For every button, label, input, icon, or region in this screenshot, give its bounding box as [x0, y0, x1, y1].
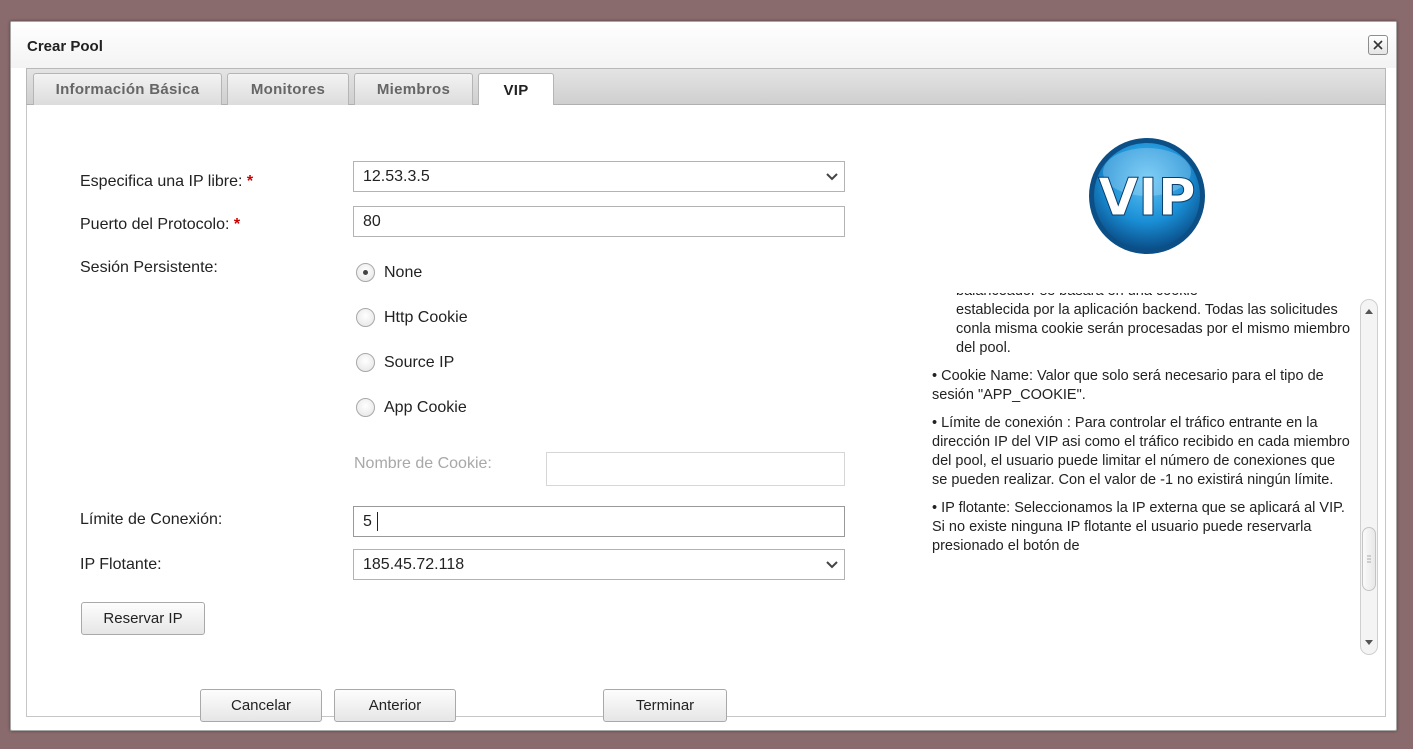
required-mark: *: [246, 173, 254, 190]
floating-ip-value: 185.45.72.118: [363, 556, 465, 573]
tab-content-vip: Especifica una IP libre: * 12.53.3.5 Pue…: [26, 105, 1386, 722]
radio-http-cookie[interactable]: Http Cookie: [356, 308, 468, 327]
scroll-down-icon[interactable]: [1362, 634, 1376, 652]
radio-app-cookie[interactable]: App Cookie: [356, 398, 467, 417]
cookie-name-input[interactable]: [546, 452, 845, 486]
reserve-ip-button[interactable]: Reservar IP: [81, 602, 205, 635]
create-pool-dialog: Crear Pool Información Básica Monitores …: [10, 21, 1397, 731]
limit-input[interactable]: 5: [353, 506, 845, 537]
ip-select[interactable]: 12.53.3.5: [353, 161, 845, 192]
help-scrollbar[interactable]: [1360, 299, 1378, 655]
radio-source-ip[interactable]: Source IP: [356, 353, 454, 372]
chevron-down-icon: [819, 162, 844, 191]
radio-icon: [356, 398, 375, 417]
port-input[interactable]: 80: [353, 206, 845, 237]
dialog-title: Crear Pool: [27, 38, 103, 55]
tab-monitors[interactable]: Monitores: [227, 73, 349, 105]
tab-basic-info[interactable]: Información Básica: [33, 73, 222, 105]
port-label: Puerto del Protocolo: *: [80, 216, 241, 233]
radio-icon: [356, 353, 375, 372]
session-label: Sesión Persistente:: [80, 259, 218, 276]
tab-vip[interactable]: VIP: [478, 73, 554, 106]
previous-button[interactable]: Anterior: [334, 689, 456, 722]
help-paragraph: • Cookie Name: Valor que solo será neces…: [932, 368, 1324, 403]
limit-label: Límite de Conexión:: [80, 511, 223, 528]
chevron-down-icon: [819, 550, 844, 579]
text-cursor: [377, 512, 378, 531]
finish-button[interactable]: Terminar: [603, 689, 727, 722]
floating-ip-select[interactable]: 185.45.72.118: [353, 549, 845, 580]
help-clipped-line: balanceador se basará en una cookie: [932, 293, 1352, 301]
help-paragraph: • Límite de conexión : Para controlar el…: [932, 415, 1350, 488]
tab-bar: Información Básica Monitores Miembros VI…: [26, 68, 1386, 106]
help-paragraph: • IP flotante: Seleccionamos la IP exter…: [932, 500, 1345, 554]
radio-checked-icon: [356, 263, 375, 282]
tab-members[interactable]: Miembros: [354, 73, 473, 105]
ip-label: Especifica una IP libre: *: [80, 173, 254, 190]
close-icon: [1373, 40, 1383, 50]
cancel-button[interactable]: Cancelar: [200, 689, 322, 722]
help-paragraph: establecida por la aplicación backend. T…: [956, 302, 1351, 356]
floating-ip-label: IP Flotante:: [80, 556, 162, 573]
help-panel: balanceador se basará en una cookie esta…: [932, 293, 1352, 641]
scroll-up-icon[interactable]: [1362, 302, 1376, 320]
close-button[interactable]: [1368, 35, 1388, 55]
scroll-thumb[interactable]: [1362, 527, 1376, 591]
radio-icon: [356, 308, 375, 327]
vip-logo-text: VIP: [1098, 168, 1196, 228]
required-mark: *: [233, 216, 241, 233]
limit-input-value: 5: [363, 513, 372, 530]
dialog-titlebar[interactable]: Crear Pool: [11, 22, 1396, 68]
radio-none[interactable]: None: [356, 263, 422, 282]
cookie-name-label: Nombre de Cookie:: [354, 455, 492, 472]
ip-select-value: 12.53.3.5: [363, 168, 430, 185]
vip-logo-icon: VIP: [1089, 138, 1205, 254]
